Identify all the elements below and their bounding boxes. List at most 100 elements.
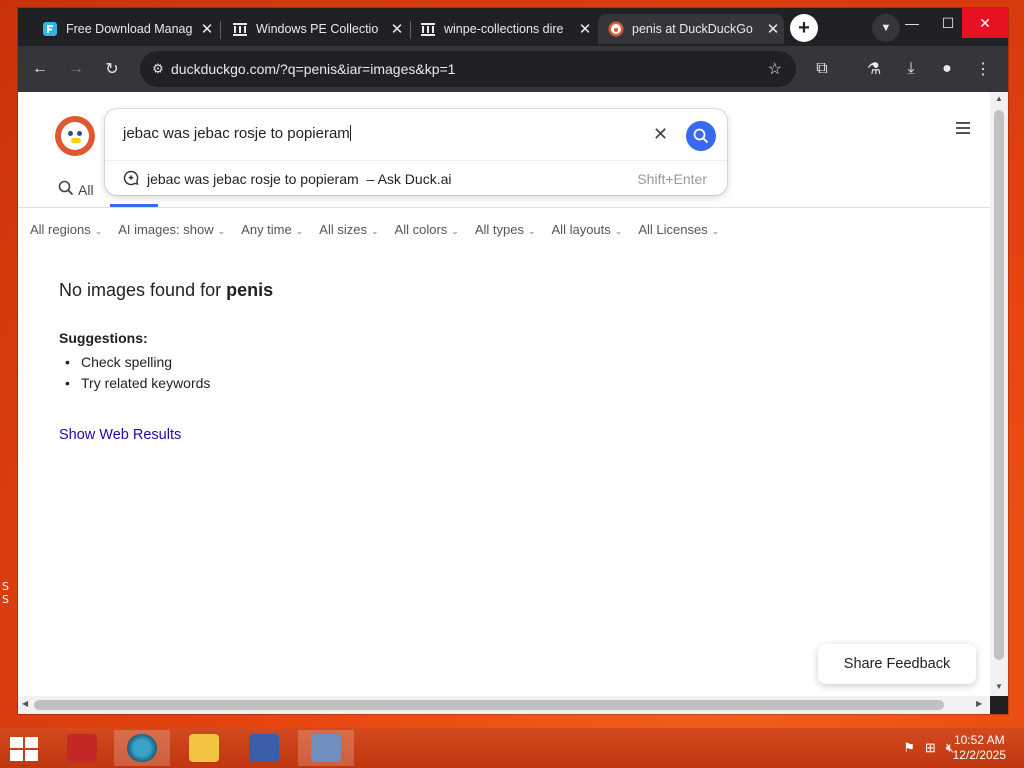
site-settings-icon[interactable]: ⚙: [148, 59, 168, 79]
browser-window: Free Download Manag ✕ Windows PE Collect…: [18, 8, 1008, 714]
scroll-down-icon[interactable]: ▼: [990, 682, 1008, 691]
new-tab-button[interactable]: +: [790, 14, 818, 42]
archive-org-icon: [420, 21, 436, 37]
tab-separator: [220, 21, 221, 39]
start-button[interactable]: [10, 737, 38, 761]
tab-free-download-manager[interactable]: Free Download Manag ✕: [32, 14, 218, 44]
filter-colors[interactable]: All colors ⌄: [395, 222, 459, 237]
clock-date: 12/2/2025: [952, 748, 1006, 762]
search-nav: All: [58, 180, 94, 199]
page-content: All All regions ⌄ AI images: show ⌄ Any ti…: [18, 92, 990, 696]
show-web-results-link[interactable]: Show Web Results: [59, 427, 181, 443]
taskbar-app-explorer[interactable]: [176, 730, 232, 766]
profile-button[interactable]: ●: [933, 55, 961, 83]
flask-icon: ⚗: [866, 61, 882, 78]
filter-ai-images[interactable]: AI images: show ⌄: [118, 222, 225, 237]
scrollbar-thumb[interactable]: [34, 700, 944, 710]
clear-search-icon[interactable]: ✕: [653, 124, 668, 145]
chevron-down-icon: ⌄: [527, 226, 536, 236]
ask-duck-ai-suggestion[interactable]: jebac was jebac rosje to popieram – Ask D…: [147, 171, 452, 187]
search-icon: [58, 180, 74, 199]
close-icon[interactable]: ✕: [196, 20, 218, 38]
duckduckgo-logo[interactable]: [55, 116, 95, 156]
chevron-down-icon: ⌄: [370, 226, 379, 236]
scroll-left-icon[interactable]: ◀: [22, 699, 28, 708]
taskbar-app-browser[interactable]: [114, 730, 170, 766]
duckduckgo-icon: [608, 21, 624, 37]
close-icon[interactable]: ✕: [762, 20, 784, 38]
hamburger-menu-icon[interactable]: [956, 122, 970, 134]
chevron-down-icon: ⌄: [94, 226, 103, 236]
close-window-button[interactable]: ✕: [962, 8, 1008, 38]
browser-toolbar: ← → ↻ ⚙ duckduckgo.com/?q=penis&iar=imag…: [18, 46, 1008, 92]
tab-title: Windows PE Collectio: [256, 22, 379, 36]
filter-types[interactable]: All types ⌄: [475, 222, 536, 237]
downloads-button[interactable]: ⤓: [897, 55, 925, 83]
filter-time[interactable]: Any time ⌄: [241, 222, 303, 237]
chevron-down-icon: ▼: [880, 22, 892, 34]
text-caret: [349, 125, 351, 141]
search-box: jebac was jebac rosje to popieram ✕ jeba…: [105, 109, 727, 195]
network-icon[interactable]: ⊞: [925, 740, 936, 756]
search-input[interactable]: jebac was jebac rosje to popieram: [123, 125, 351, 142]
bookmark-star-icon[interactable]: ☆: [768, 59, 782, 79]
taskbar-app-network[interactable]: [298, 730, 354, 766]
suggestions-title: Suggestions:: [59, 330, 148, 346]
puzzle-icon: ⧉: [816, 60, 828, 77]
labs-button[interactable]: ⚗: [860, 55, 888, 83]
chevron-down-icon: ⌄: [451, 226, 459, 236]
minimize-button[interactable]: —: [894, 8, 930, 38]
no-results-term: penis: [226, 280, 274, 300]
taskbar-app-virtualbox[interactable]: [236, 730, 292, 766]
maximize-icon: ☐: [941, 14, 955, 31]
scrollbar-thumb[interactable]: [994, 110, 1004, 660]
tab-winpe-collections[interactable]: winpe-collections dire ✕: [410, 14, 596, 44]
arrow-left-icon: ←: [32, 60, 48, 77]
tab-title: Free Download Manag: [66, 22, 193, 36]
suggestions-list: Check spelling Try related keywords: [59, 352, 210, 394]
browser-globe-icon: [127, 734, 157, 762]
close-icon[interactable]: ✕: [574, 20, 596, 38]
header-divider: [18, 207, 990, 208]
tab-windows-pe-collection[interactable]: Windows PE Collectio ✕: [222, 14, 408, 44]
address-bar[interactable]: ⚙ duckduckgo.com/?q=penis&iar=images&kp=…: [140, 51, 796, 87]
vertical-scrollbar[interactable]: ▲ ▼: [990, 92, 1008, 696]
reload-button[interactable]: ↻: [98, 55, 126, 83]
download-icon: ⤓: [907, 60, 915, 77]
taskbar: ⚑ ⊞ 🔇︎ 10:52 AM 12/2/2025: [0, 728, 1024, 768]
filter-layouts[interactable]: All layouts ⌄: [552, 222, 623, 237]
back-button[interactable]: ←: [26, 55, 54, 83]
tab-duckduckgo[interactable]: penis at DuckDuckGo ✕: [598, 14, 784, 44]
no-results-message: No images found for penis: [59, 280, 274, 300]
chevron-down-icon: ⌄: [217, 226, 226, 236]
search-button[interactable]: [686, 121, 716, 151]
cube-icon: [249, 734, 279, 762]
filter-sizes[interactable]: All sizes ⌄: [319, 222, 378, 237]
search-icon: [693, 128, 709, 144]
menu-button[interactable]: ⋮: [969, 55, 997, 83]
list-item: Try related keywords: [59, 373, 210, 394]
tab-title: winpe-collections dire: [444, 22, 564, 36]
shortcut-hint: Shift+Enter: [637, 171, 707, 187]
kebab-menu-icon: ⋮: [975, 61, 991, 78]
search-divider: [105, 160, 727, 161]
archive-org-icon: [232, 21, 248, 37]
chevron-down-icon: ⌄: [295, 226, 304, 236]
close-icon[interactable]: ✕: [386, 20, 408, 38]
extensions-button[interactable]: ⧉: [808, 55, 836, 83]
filter-licenses[interactable]: All Licenses ⌄: [638, 222, 719, 237]
tab-strip: Free Download Manag ✕ Windows PE Collect…: [18, 8, 1008, 46]
taskbar-app-toolbox[interactable]: [54, 730, 110, 766]
filter-regions[interactable]: All regions ⌄: [30, 222, 102, 237]
scroll-up-icon[interactable]: ▲: [990, 94, 1008, 103]
share-feedback-button[interactable]: Share Feedback: [818, 644, 976, 684]
scroll-right-icon[interactable]: ▶: [976, 699, 982, 708]
forward-button[interactable]: →: [62, 55, 90, 83]
tab-all[interactable]: All: [78, 182, 94, 198]
horizontal-scrollbar[interactable]: ◀ ▶: [18, 696, 990, 714]
maximize-button[interactable]: ☐: [930, 8, 966, 38]
reload-icon: ↻: [105, 61, 119, 78]
arrow-right-icon: →: [68, 60, 84, 77]
system-clock[interactable]: 10:52 AM 12/2/2025: [953, 733, 1006, 763]
flag-icon[interactable]: ⚑: [903, 740, 915, 756]
